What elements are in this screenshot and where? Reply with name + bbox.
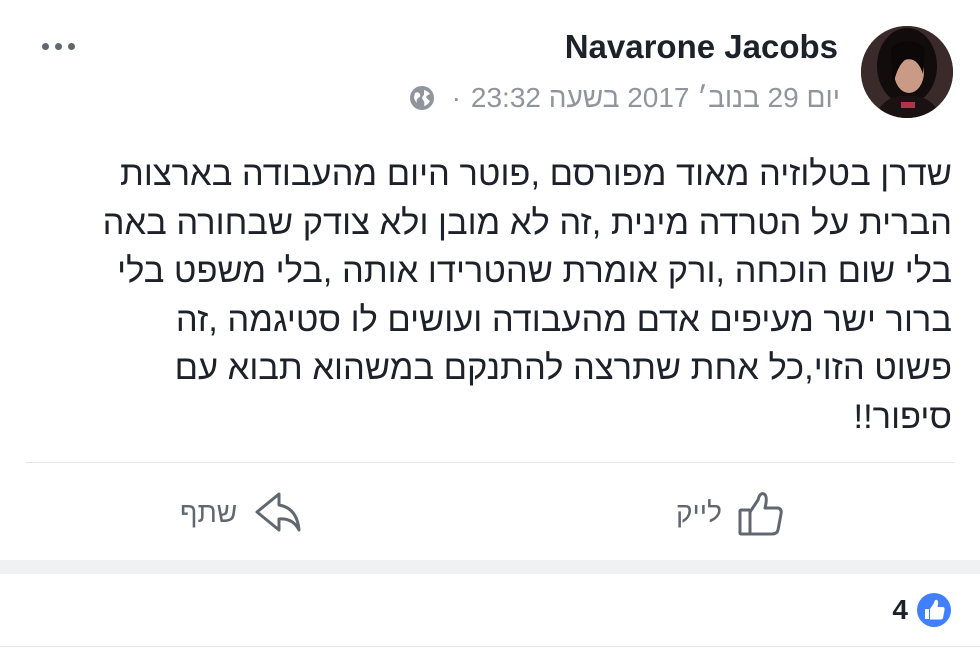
dot bbox=[68, 42, 75, 50]
avatar[interactable] bbox=[861, 26, 953, 118]
post-text-line: סיפור!! bbox=[853, 397, 953, 436]
thumbs-up-icon bbox=[738, 492, 783, 536]
like-reaction-icon bbox=[917, 593, 951, 627]
divider bbox=[0, 646, 980, 647]
post-timestamp[interactable]: יום 29 בנוב׳ 2017 בשעה 23:32 bbox=[471, 82, 840, 114]
post-text-line: בלי שום הוכחה ,ורק אומרת שהטרידו אותה ,ב… bbox=[117, 252, 952, 290]
share-button[interactable]: שתף bbox=[180, 488, 303, 538]
post-text-line: ברור ישר מעיפים אדם מהעבודה ועושים לו סט… bbox=[175, 300, 952, 339]
share-label: שתף bbox=[180, 497, 238, 528]
meta-separator: · bbox=[451, 82, 461, 113]
dot bbox=[42, 42, 49, 50]
divider bbox=[26, 462, 954, 463]
author-name[interactable]: Navarone Jacobs bbox=[565, 28, 838, 66]
reaction-count: 4 bbox=[892, 594, 908, 625]
post-text-line: שדרן בטלוזיה מאוד מפורסם ,פוטר היום מהעב… bbox=[120, 155, 952, 193]
dot bbox=[55, 42, 62, 50]
post-text-line: פשוט הזוי,כל אחת שתרצה להתנקם במשהוא תבו… bbox=[174, 349, 952, 387]
post-text-line: הברית על הטרדה מינית ,זה לא מובן ולא צוד… bbox=[102, 203, 952, 242]
facebook-post-card: Navarone Jacobs · יום 29 בנוב׳ 2017 בשעה… bbox=[0, 0, 980, 669]
post-text: שדרן בטלוזיה מאוד מפורסם ,פוטר היום מהעב… bbox=[18, 150, 952, 441]
share-arrow-icon bbox=[255, 492, 301, 532]
more-options-icon[interactable] bbox=[42, 38, 88, 54]
reactions-summary[interactable]: 4 bbox=[892, 592, 952, 628]
section-separator bbox=[0, 560, 980, 574]
globe-icon[interactable] bbox=[408, 84, 436, 112]
like-button[interactable]: לייק bbox=[676, 488, 786, 538]
like-label: לייק bbox=[676, 497, 722, 528]
avatar-image bbox=[861, 26, 953, 118]
post-meta: · יום 29 בנוב׳ 2017 בשעה 23:32 bbox=[408, 82, 840, 114]
